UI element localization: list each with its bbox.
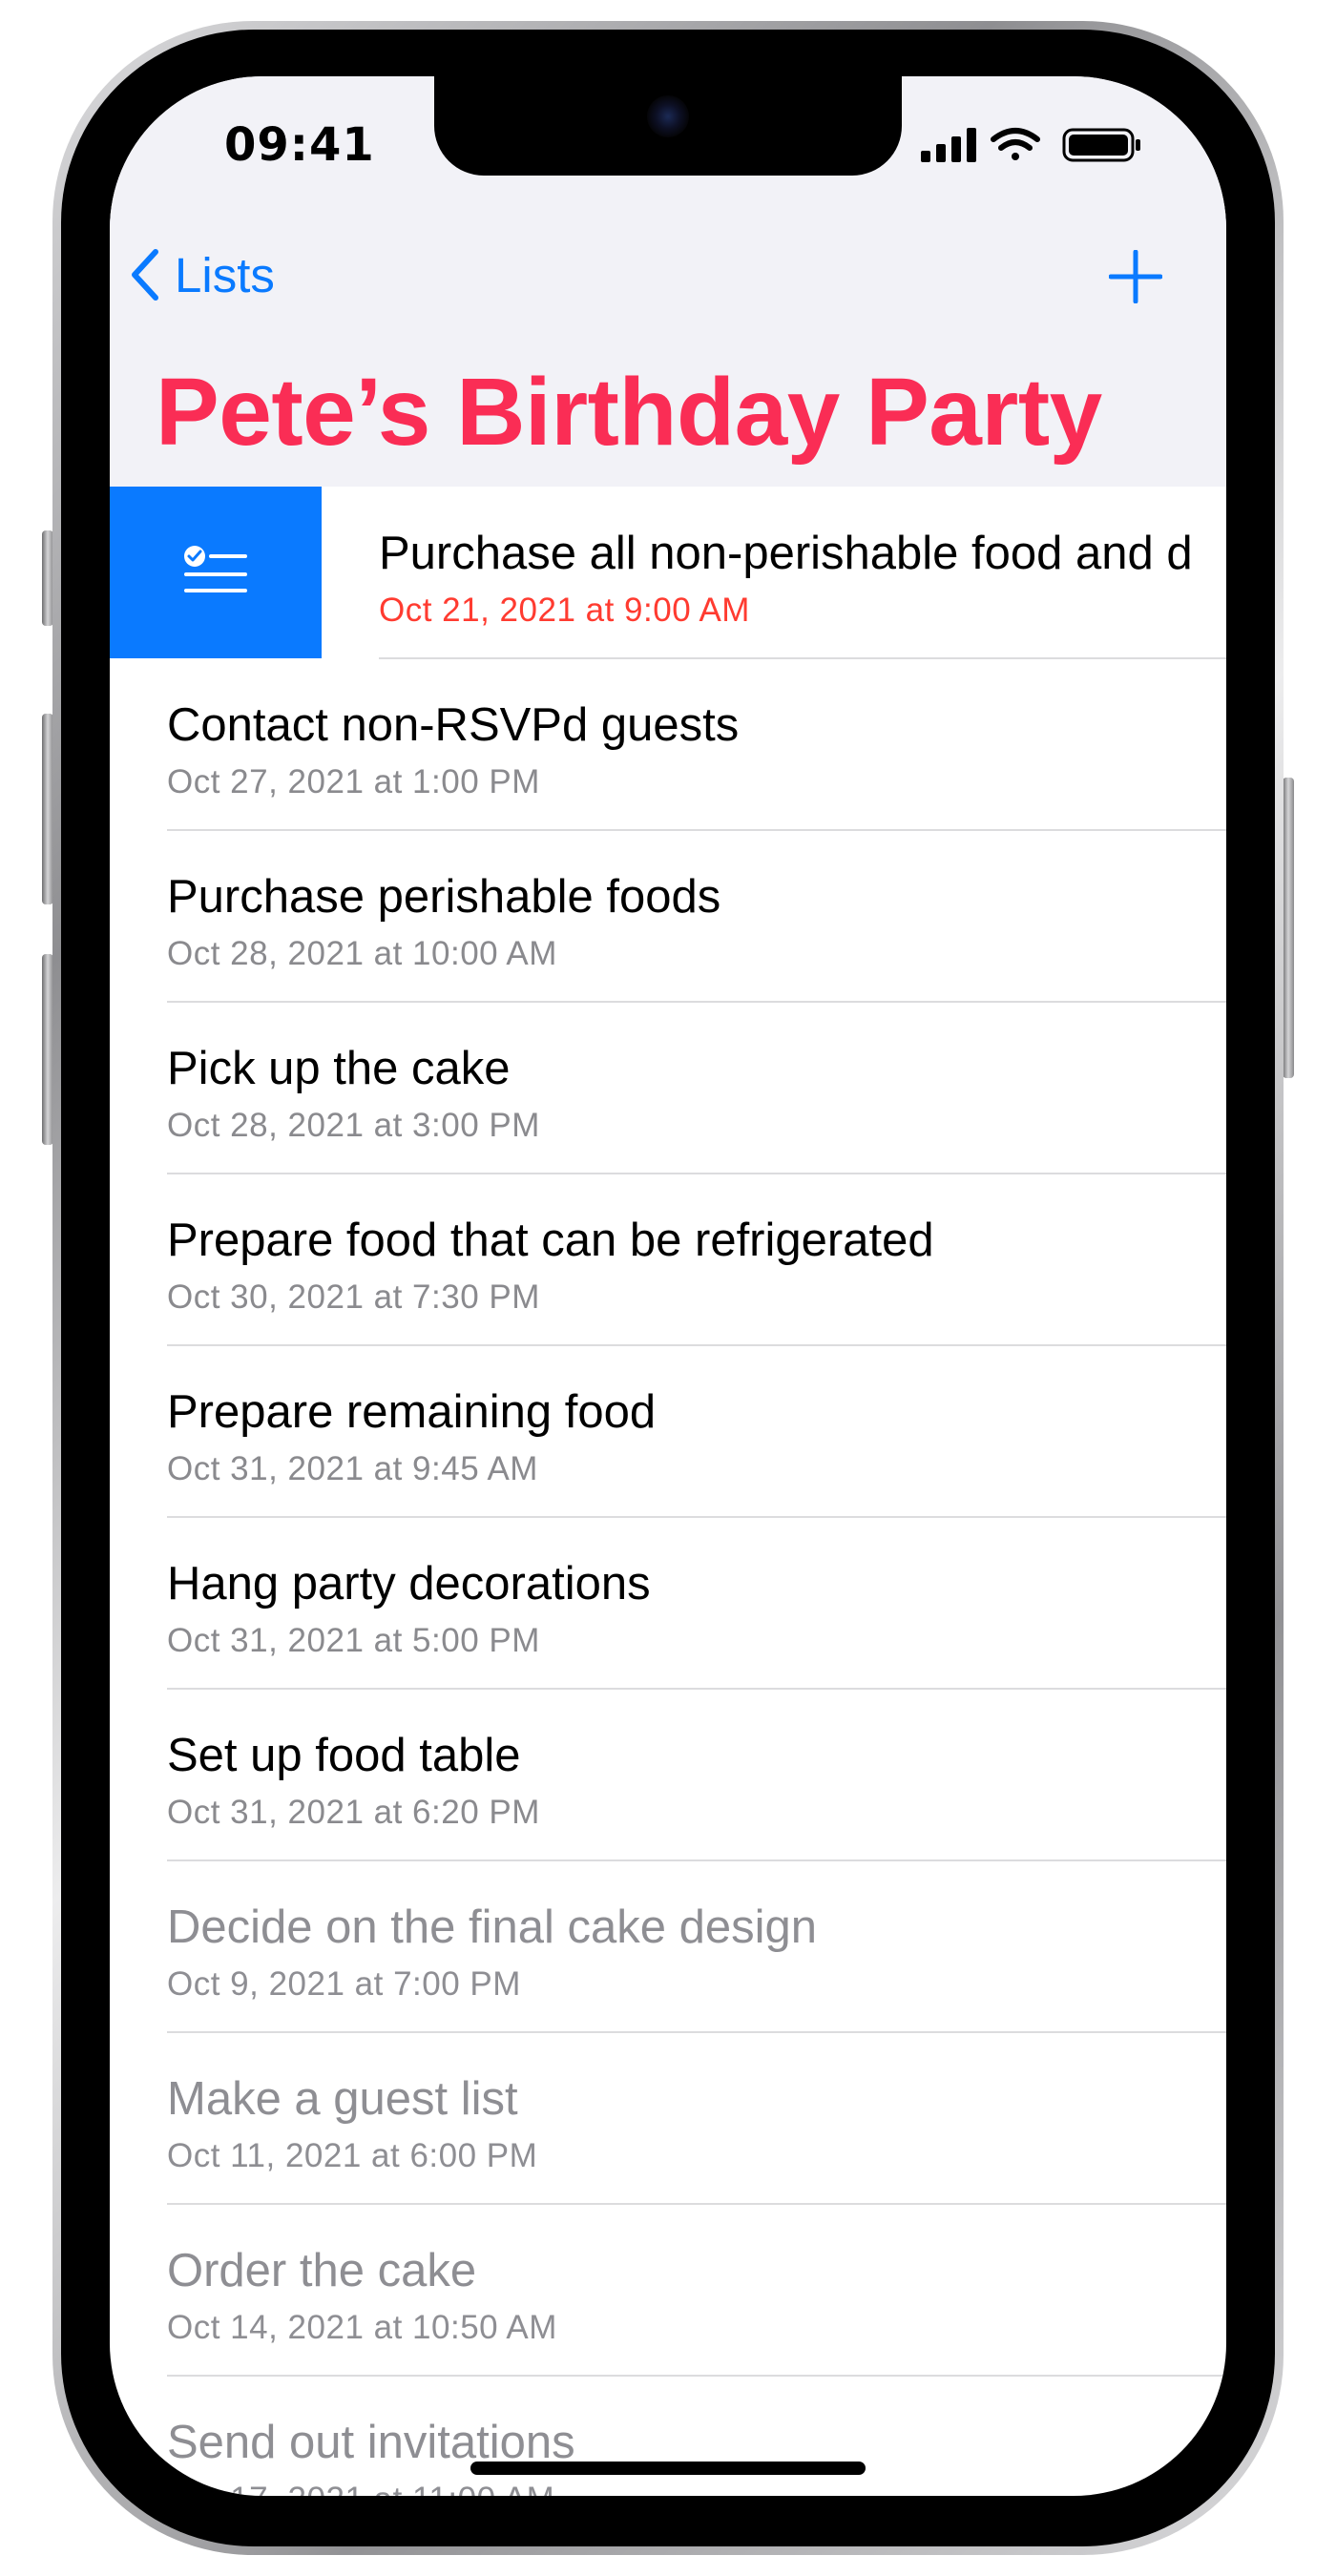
reminder-title: Purchase perishable foods: [167, 871, 721, 923]
reminder-date: Oct 28, 2021 at 3:00 PM: [167, 1107, 540, 1144]
list-item[interactable]: Purchase all non-perishable food and d O…: [110, 487, 1226, 659]
reminder-row-content[interactable]: Purchase all non-perishable food and d O…: [379, 487, 1226, 659]
phone-screen: 09:41 Lists Pete’s Birthday Party Purcha…: [110, 76, 1226, 2496]
reminder-title: Contact non-RSVPd guests: [167, 699, 740, 751]
details-button[interactable]: [110, 487, 322, 658]
status-icons: [921, 126, 1169, 164]
reminder-title: Order the cake: [167, 2245, 477, 2296]
reminder-title: Pick up the cake: [167, 1043, 511, 1094]
home-indicator[interactable]: [470, 2462, 866, 2475]
chevron-left-icon: [132, 249, 158, 301]
reminder-date: Oct 21, 2021 at 9:00 AM: [379, 592, 750, 629]
reminder-title: Decide on the final cake design: [167, 1901, 817, 1953]
list-item[interactable]: Pick up the cake Oct 28, 2021 at 3:00 PM: [110, 1002, 1226, 1174]
reminder-title: Prepare remaining food: [167, 1386, 657, 1438]
back-button[interactable]: Lists: [129, 237, 275, 313]
reminder-row-content[interactable]: Send out invitations Oct 17, 2021 at 11:…: [167, 2376, 1226, 2496]
list-item[interactable]: Set up food table Oct 31, 2021 at 6:20 P…: [110, 1689, 1226, 1861]
list-item[interactable]: Hang party decorations Oct 31, 2021 at 5…: [110, 1517, 1226, 1690]
list-item[interactable]: Prepare food that can be refrigerated Oc…: [110, 1174, 1226, 1346]
reminder-date: Oct 28, 2021 at 10:00 AM: [167, 935, 557, 972]
reminder-date: Oct 9, 2021 at 7:00 PM: [167, 1965, 521, 2003]
reminder-title: Hang party decorations: [167, 1558, 651, 1610]
reminder-row-content[interactable]: Order the cake Oct 14, 2021 at 10:50 AM: [167, 2204, 1226, 2377]
list-item[interactable]: Send out invitations Oct 17, 2021 at 11:…: [110, 2376, 1226, 2496]
wifi-icon: [991, 128, 1040, 160]
status-time: 09:41: [224, 118, 375, 172]
reminder-row-content[interactable]: Make a guest list Oct 11, 2021 at 6:00 P…: [167, 2032, 1226, 2205]
reminder-date: Oct 14, 2021 at 10:50 AM: [167, 2309, 557, 2346]
reminder-date: Oct 31, 2021 at 6:20 PM: [167, 1794, 540, 1831]
reminder-date: Oct 30, 2021 at 7:30 PM: [167, 1278, 540, 1316]
side-button: [1283, 778, 1294, 1078]
notch: [434, 76, 902, 176]
reminder-title: Prepare food that can be refrigerated: [167, 1215, 934, 1266]
reminder-title: Make a guest list: [167, 2073, 518, 2125]
reminder-row-content[interactable]: Set up food table Oct 31, 2021 at 6:20 P…: [167, 1689, 1226, 1861]
reminder-date: Oct 31, 2021 at 5:00 PM: [167, 1622, 540, 1659]
reminder-date: Oct 27, 2021 at 1:00 PM: [167, 763, 540, 800]
list-item[interactable]: Make a guest list Oct 11, 2021 at 6:00 P…: [110, 2032, 1226, 2205]
back-button-label: Lists: [175, 247, 275, 302]
reminder-row-content[interactable]: Contact non-RSVPd guests Oct 27, 2021 at…: [167, 658, 1226, 831]
front-camera-icon: [647, 95, 689, 137]
reminder-title: Purchase all non-perishable food and d: [379, 528, 1193, 579]
list-item[interactable]: Prepare remaining food Oct 31, 2021 at 9…: [110, 1345, 1226, 1518]
reminder-row-content[interactable]: Pick up the cake Oct 28, 2021 at 3:00 PM: [167, 1002, 1226, 1174]
signal-icon: [921, 128, 976, 162]
list-item[interactable]: Decide on the final cake design Oct 9, 2…: [110, 1860, 1226, 2033]
reminder-date: Oct 31, 2021 at 9:45 AM: [167, 1450, 538, 1487]
reminder-date: Oct 11, 2021 at 6:00 PM: [167, 2137, 538, 2174]
reminder-row-content[interactable]: Prepare food that can be refrigerated Oc…: [167, 1174, 1226, 1346]
reminder-row-content[interactable]: Prepare remaining food Oct 31, 2021 at 9…: [167, 1345, 1226, 1518]
reminder-title: Set up food table: [167, 1730, 521, 1781]
reminder-row-content[interactable]: Decide on the final cake design Oct 9, 2…: [167, 1860, 1226, 2033]
reminder-row-content[interactable]: Purchase perishable foods Oct 28, 2021 a…: [167, 830, 1226, 1003]
reminder-date: Oct 17, 2021 at 11:00 AM: [167, 2481, 554, 2496]
reminder-row-content[interactable]: Hang party decorations Oct 31, 2021 at 5…: [167, 1517, 1226, 1690]
plus-icon: [1109, 250, 1162, 303]
list-item[interactable]: Purchase perishable foods Oct 28, 2021 a…: [110, 830, 1226, 1003]
page-title: Pete’s Birthday Party: [156, 359, 1102, 466]
list-item[interactable]: Order the cake Oct 14, 2021 at 10:50 AM: [110, 2204, 1226, 2377]
reminders-list: Purchase all non-perishable food and d O…: [110, 487, 1226, 2496]
details-icon: [184, 546, 247, 592]
battery-icon: [1062, 128, 1140, 162]
list-item[interactable]: Contact non-RSVPd guests Oct 27, 2021 at…: [110, 658, 1226, 831]
add-reminder-button[interactable]: [1097, 239, 1174, 315]
